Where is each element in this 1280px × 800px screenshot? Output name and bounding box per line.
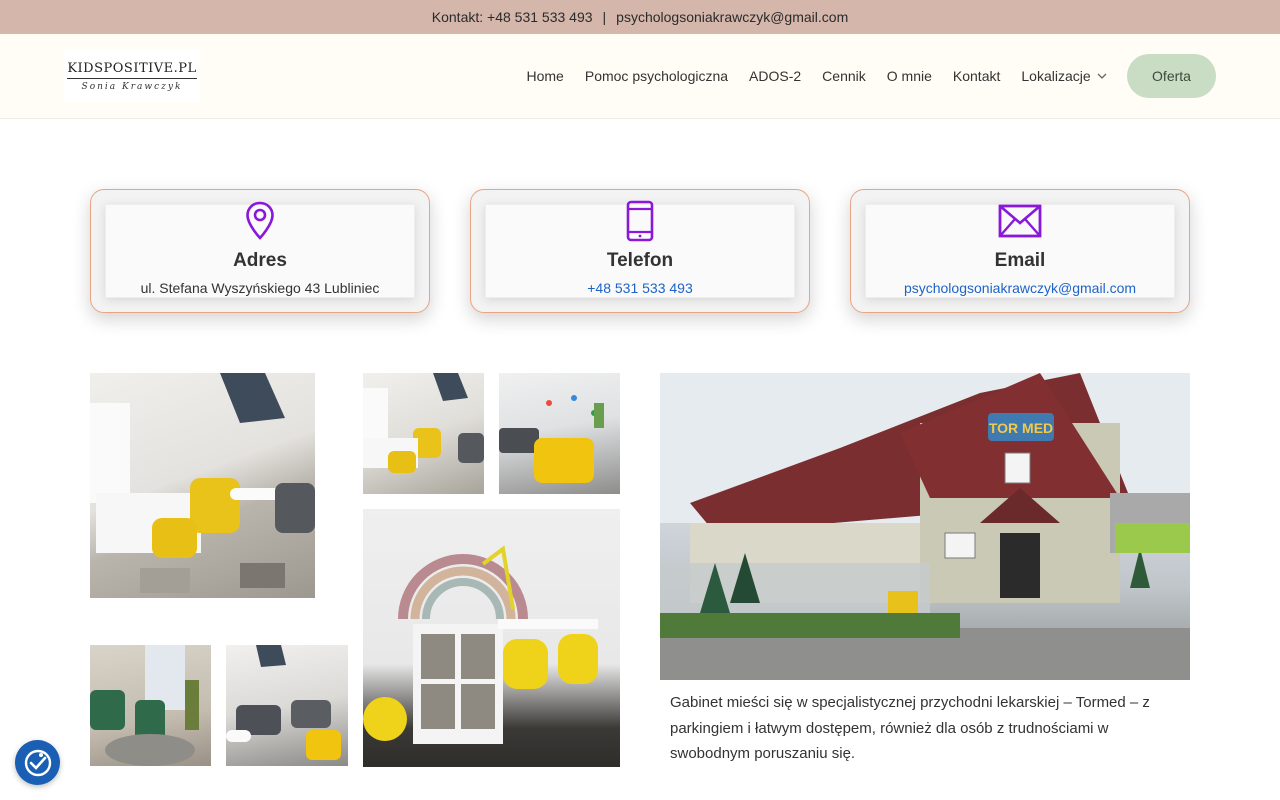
- nav-item-ados-2[interactable]: ADOS-2: [749, 68, 801, 84]
- location-pin-icon: [245, 200, 275, 242]
- topbar-email[interactable]: psychologsoniakrawczyk@gmail.com: [616, 9, 848, 25]
- top-contact-bar: Kontakt: +48 531 533 493 | psychologsoni…: [0, 0, 1280, 34]
- nav-item-lokalizacje[interactable]: Lokalizacje: [1021, 68, 1107, 84]
- phone-title: Telefon: [606, 250, 674, 271]
- address-card: Adres ul. Stefana Wyszyńskiego 43 Lublin…: [90, 189, 430, 313]
- email-card: Email psychologsoniakrawczyk@gmail.com: [850, 189, 1190, 313]
- nav-item-lokalizacje-label: Lokalizacje: [1021, 68, 1091, 84]
- office-photo-2[interactable]: [363, 373, 484, 494]
- accessibility-icon: [24, 749, 51, 776]
- topbar-contact: Kontakt: +48 531 533 493: [431, 9, 593, 25]
- building-photo[interactable]: TOR MED: [660, 373, 1190, 680]
- location-description: Gabinet mieści się w specjalistycznej pr…: [670, 694, 1150, 762]
- nav-item-cennik[interactable]: Cennik: [822, 68, 866, 84]
- logo-signature: Sonia Krawczyk: [81, 81, 183, 92]
- topbar-separator: |: [602, 9, 607, 25]
- nav-item-o-mnie[interactable]: O mnie: [887, 68, 932, 84]
- office-photo-5[interactable]: [226, 645, 348, 766]
- oferta-button[interactable]: Oferta: [1127, 54, 1216, 98]
- building-sign: TOR MED: [989, 420, 1053, 436]
- email-link[interactable]: psychologsoniakrawczyk@gmail.com: [904, 280, 1136, 296]
- nav-item-kontakt[interactable]: Kontakt: [953, 68, 1000, 84]
- office-photo-4[interactable]: [90, 645, 211, 766]
- site-logo[interactable]: KIDSPOSITIVE.PL Sonia Krawczyk: [64, 50, 200, 102]
- office-photo-main[interactable]: [90, 373, 315, 598]
- office-photo-3[interactable]: [499, 373, 620, 494]
- main-nav: Home Pomoc psychologiczna ADOS-2 Cennik …: [516, 54, 1117, 98]
- desk-photo[interactable]: [363, 509, 620, 767]
- envelope-icon: [998, 200, 1042, 242]
- address-card-inner: Adres ul. Stefana Wyszyńskiego 43 Lublin…: [105, 201, 415, 298]
- phone-card-inner: Telefon +48 531 533 493: [485, 200, 795, 298]
- email-card-inner: Email psychologsoniakrawczyk@gmail.com: [865, 204, 1175, 298]
- site-header: KIDSPOSITIVE.PL Sonia Krawczyk Home Pomo…: [0, 34, 1280, 119]
- nav-item-home[interactable]: Home: [527, 68, 564, 84]
- address-text: ul. Stefana Wyszyńskiego 43 Lubliniec: [140, 280, 380, 296]
- logo-text: KIDSPOSITIVE.PL: [67, 61, 197, 79]
- chevron-down-icon: [1097, 73, 1107, 79]
- nav-item-pomoc-psychologiczna[interactable]: Pomoc psychologiczna: [585, 68, 728, 84]
- address-title: Adres: [233, 250, 287, 271]
- phone-icon: [626, 200, 654, 242]
- accessibility-button[interactable]: [15, 740, 60, 785]
- email-title: Email: [994, 250, 1046, 271]
- phone-link[interactable]: +48 531 533 493: [587, 280, 693, 296]
- phone-card: Telefon +48 531 533 493: [470, 189, 810, 313]
